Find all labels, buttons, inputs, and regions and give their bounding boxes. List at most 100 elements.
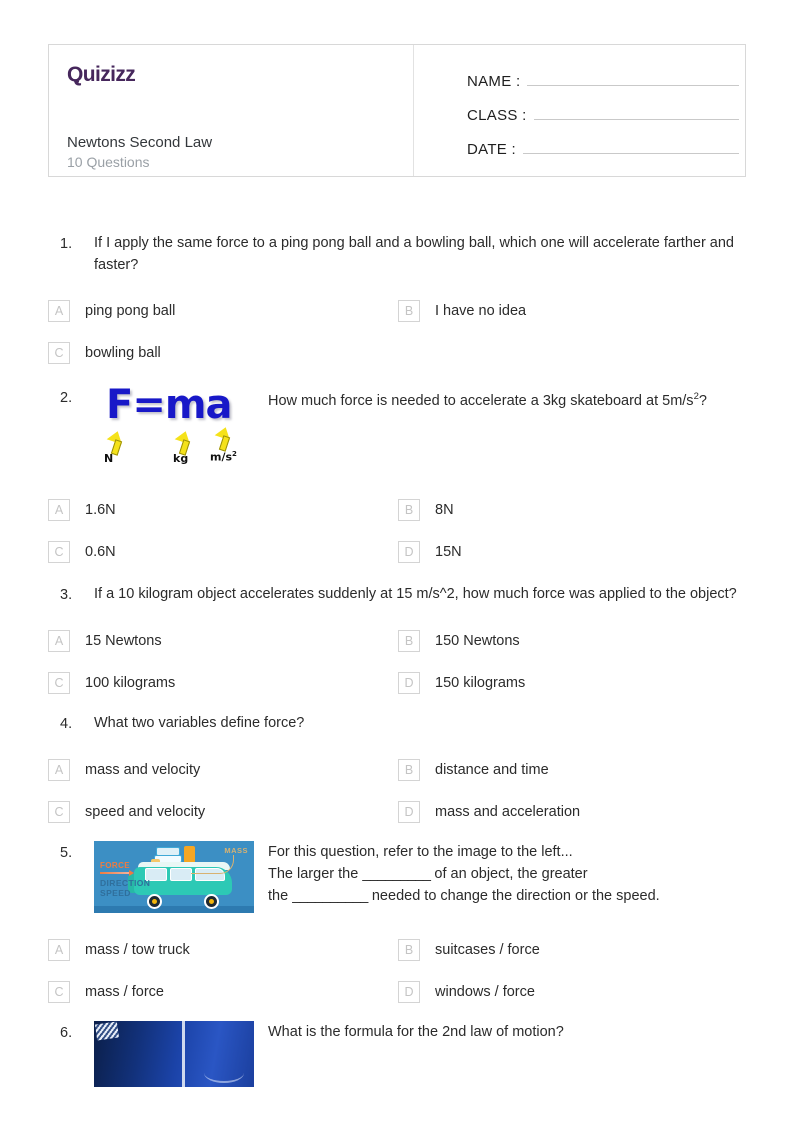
option-c-letter: C (48, 541, 70, 563)
logo-dot-icon (76, 80, 79, 83)
question-count-label: 10 Questions (67, 154, 150, 170)
question-3-text: If a 10 kilogram object accelerates sudd… (94, 586, 737, 602)
option-a[interactable]: A mass and velocity (48, 749, 398, 791)
option-c[interactable]: C 0.6N (48, 531, 398, 573)
option-d-letter: D (398, 672, 420, 694)
option-d-letter: D (398, 801, 420, 823)
question-3: 3. If a 10 kilogram object accelerates s… (48, 583, 748, 704)
option-d-text: windows / force (435, 984, 535, 1000)
question-2-image: F=ma N kg m/s2 (94, 386, 254, 471)
fma-diagram-icon: F=ma N kg m/s2 (94, 386, 254, 471)
option-d-letter: D (398, 981, 420, 1003)
option-c[interactable]: C bowling ball (48, 332, 398, 374)
questions-list: 1. If I apply the same force to a ping p… (48, 232, 748, 1089)
option-c-letter: C (48, 981, 70, 1003)
option-c-text: bowling ball (85, 345, 161, 361)
fma-label-ms2: m/s2 (210, 450, 237, 464)
option-a[interactable]: A 1.6N (48, 489, 398, 531)
question-5-image: MASS FORCE DIRECTION SPEED (94, 841, 254, 913)
fma-label-kg: kg (173, 452, 189, 465)
question-5-options: A mass / tow truck B suitcases / force C… (48, 929, 748, 1013)
option-c-letter: C (48, 672, 70, 694)
question-2-text: How much force is needed to accelerate a… (268, 386, 748, 412)
option-c[interactable]: C speed and velocity (48, 791, 398, 833)
question-4: 4. What two variables define force? A ma… (48, 712, 748, 833)
question-5-line-3a: the (268, 888, 293, 904)
option-a-letter: A (48, 939, 70, 961)
option-d-letter: D (398, 541, 420, 563)
photo-detail-shape (94, 1021, 120, 1041)
road-shape (94, 906, 254, 913)
option-b-letter: B (398, 759, 420, 781)
question-5-blank-2: __________ (292, 888, 368, 904)
option-a-text: mass / tow truck (85, 942, 190, 958)
photo-detail-shape (182, 1021, 185, 1087)
worksheet-header: Quizizz Newtons Second Law 10 Questions … (48, 44, 746, 177)
class-field-input[interactable] (533, 104, 739, 120)
option-b-letter: B (398, 939, 420, 961)
option-a-text: 1.6N (85, 502, 116, 518)
question-2: 2. F=ma N kg m/s2 How much force is need… (48, 386, 748, 573)
option-b[interactable]: B suitcases / force (398, 929, 748, 971)
name-field-row: NAME : (467, 70, 739, 90)
option-a-letter: A (48, 630, 70, 652)
option-a[interactable]: A 15 Newtons (48, 620, 398, 662)
question-5-line-1: For this question, refer to the image to… (268, 844, 573, 860)
option-b[interactable]: B distance and time (398, 749, 748, 791)
option-d[interactable]: D mass and acceleration (398, 791, 748, 833)
name-field-input[interactable] (527, 70, 739, 86)
question-2-text-part1: How much force is needed to accelerate a… (268, 392, 694, 409)
option-d-text: 150 kilograms (435, 675, 526, 691)
option-a-letter: A (48, 300, 70, 322)
option-d[interactable]: D 150 kilograms (398, 662, 748, 704)
option-d-text: 15N (435, 544, 462, 560)
option-b[interactable]: B 150 Newtons (398, 620, 748, 662)
option-c-text: 100 kilograms (85, 675, 176, 691)
option-b-text: 150 Newtons (435, 633, 520, 649)
question-1: 1. If I apply the same force to a ping p… (48, 232, 748, 374)
question-3-number: 3. (60, 587, 73, 603)
option-a-text: 15 Newtons (85, 633, 162, 649)
option-c-letter: C (48, 801, 70, 823)
option-d[interactable]: D windows / force (398, 971, 748, 1013)
van-window (170, 868, 192, 881)
option-b[interactable]: B I have no idea (398, 290, 748, 332)
question-1-text: If I apply the same force to a ping pong… (94, 235, 734, 273)
option-a[interactable]: A ping pong ball (48, 290, 398, 332)
option-b-letter: B (398, 630, 420, 652)
page-title: Newtons Second Law (67, 134, 213, 151)
question-5-blank-1: _________ (362, 866, 431, 882)
question-1-number: 1. (60, 236, 73, 252)
question-1-options: A ping pong ball B I have no idea C bowl… (48, 290, 748, 374)
force-arrow-icon (100, 870, 134, 876)
option-c[interactable]: C 100 kilograms (48, 662, 398, 704)
header-fields: NAME : CLASS : DATE : (413, 45, 745, 176)
header-left: Quizizz Newtons Second Law 10 Questions (62, 58, 402, 170)
option-b-letter: B (398, 499, 420, 521)
option-c[interactable]: C mass / force (48, 971, 398, 1013)
question-4-options: A mass and velocity B distance and time … (48, 749, 748, 833)
option-c-text: 0.6N (85, 544, 116, 560)
van-wheel (204, 894, 219, 909)
mass-pointer-line (191, 855, 234, 874)
fma-label-newton: N (104, 452, 114, 465)
option-b-letter: B (398, 300, 420, 322)
option-d[interactable]: D 15N (398, 531, 748, 573)
option-c-letter: C (48, 342, 70, 364)
option-b-text: suitcases / force (435, 942, 540, 958)
question-3-options: A 15 Newtons B 150 Newtons C 100 kilogra… (48, 620, 748, 704)
class-field-label: CLASS : (467, 107, 527, 124)
question-5-text: For this question, refer to the image to… (268, 841, 748, 907)
option-a[interactable]: A mass / tow truck (48, 929, 398, 971)
option-a-letter: A (48, 499, 70, 521)
question-6-image (94, 1021, 254, 1087)
question-6-number: 6. (60, 1025, 73, 1041)
question-4-number: 4. (60, 716, 73, 732)
option-b[interactable]: B 8N (398, 489, 748, 531)
option-a-text: ping pong ball (85, 303, 176, 319)
date-field-input[interactable] (523, 138, 739, 154)
van-illustration-icon: MASS FORCE DIRECTION SPEED (94, 841, 254, 913)
option-c-text: mass / force (85, 984, 164, 1000)
question-6-text: What is the formula for the 2nd law of m… (268, 1024, 564, 1040)
option-d-text: mass and acceleration (435, 804, 581, 820)
